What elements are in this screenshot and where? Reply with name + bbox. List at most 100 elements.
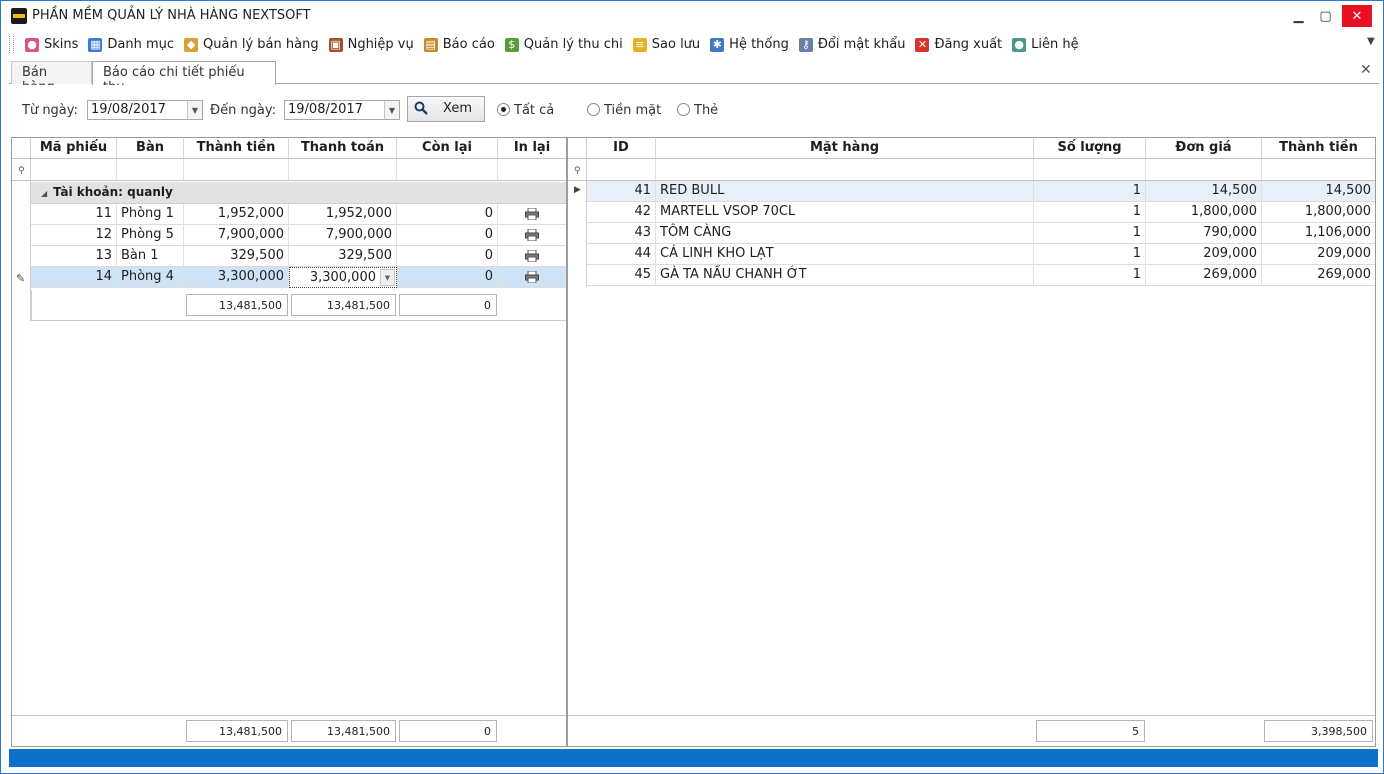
filter-cell-ma-phieu[interactable] — [31, 159, 117, 181]
cell-price[interactable]: 14,500 — [1146, 181, 1262, 202]
cell-paid[interactable]: 1,952,000 — [289, 204, 397, 225]
cell-paid[interactable]: 3,300,000 ▼ — [289, 267, 397, 288]
cell-id[interactable]: 11 — [31, 204, 117, 225]
close-button[interactable]: ✕ — [1342, 5, 1372, 27]
filter-cell-in-lai[interactable] — [498, 159, 566, 181]
chevron-down-icon[interactable]: ▼ — [1367, 36, 1375, 47]
radio-all-label[interactable]: Tất cả — [514, 103, 554, 118]
col-header-con-lai[interactable]: Còn lại — [397, 138, 498, 159]
cell-id[interactable]: 44 — [587, 244, 656, 265]
chevron-down-icon[interactable]: ▼ — [380, 269, 395, 286]
cell-total[interactable]: 3,300,000 — [184, 267, 289, 288]
cell-qty[interactable]: 1 — [1034, 265, 1146, 286]
cell-item[interactable]: MARTELL VSOP 70CL — [656, 202, 1034, 223]
menu-item-5[interactable]: $ Quản lý thu chi — [502, 34, 630, 56]
cell-id[interactable]: 14 — [31, 267, 117, 288]
radio-card[interactable] — [677, 103, 690, 116]
cell-total[interactable]: 1,952,000 — [184, 204, 289, 225]
toolbar-grip[interactable] — [9, 36, 14, 53]
cell-id[interactable]: 43 — [587, 223, 656, 244]
cell-remain[interactable]: 0 — [397, 267, 498, 288]
close-tab-icon[interactable]: ✕ — [1360, 62, 1372, 78]
col-header-ban[interactable]: Bàn — [117, 138, 184, 159]
cell-total[interactable]: 1,800,000 — [1262, 202, 1375, 223]
filter-cell-thanh-tien[interactable] — [184, 159, 289, 181]
cell-id[interactable]: 42 — [587, 202, 656, 223]
cell-price[interactable]: 1,800,000 — [1146, 202, 1262, 223]
cell-total[interactable]: 269,000 — [1262, 265, 1375, 286]
col-header-so-luong[interactable]: Số lượng — [1034, 138, 1146, 159]
tab-ban-hang[interactable]: Bán hàng — [11, 61, 92, 95]
table-row[interactable]: 43 TÔM CÀNG 1 790,000 1,106,000 — [587, 223, 1375, 244]
maximize-button[interactable]: ▢ — [1312, 5, 1339, 27]
cell-id[interactable]: 12 — [31, 225, 117, 246]
cell-remain[interactable]: 0 — [397, 225, 498, 246]
cell-total[interactable]: 329,500 — [184, 246, 289, 267]
cell-id[interactable]: 45 — [587, 265, 656, 286]
cell-paid[interactable]: 329,500 — [289, 246, 397, 267]
cell-table[interactable]: Phòng 1 — [117, 204, 184, 225]
table-row[interactable]: 42 MARTELL VSOP 70CL 1 1,800,000 1,800,000 — [587, 202, 1375, 223]
col-header-thanh-tien[interactable]: Thành tiền — [184, 138, 289, 159]
menu-item-1[interactable]: ▦ Danh mục — [85, 34, 181, 56]
table-row[interactable]: 45 GÀ TA NẤU CHANH ỚT 1 269,000 269,000 — [587, 265, 1375, 286]
cell-item[interactable]: TÔM CÀNG — [656, 223, 1034, 244]
cell-paid[interactable]: 7,900,000 — [289, 225, 397, 246]
cell-item[interactable]: CÁ LINH KHO LẠT — [656, 244, 1034, 265]
printer-icon[interactable] — [525, 229, 539, 241]
menu-item-2[interactable]: ◆ Quản lý bán hàng — [181, 34, 326, 56]
filter-cell-id[interactable] — [587, 159, 656, 181]
filter-cell-don-gia[interactable] — [1146, 159, 1262, 181]
menu-item-7[interactable]: ✱ Hệ thống — [707, 34, 796, 56]
table-row[interactable]: 14 Phòng 4 3,300,000 3,300,000 ▼ 0 — [31, 267, 566, 288]
col-header-thanh-tien[interactable]: Thành tiền — [1262, 138, 1375, 159]
cell-price[interactable]: 209,000 — [1146, 244, 1262, 265]
cell-qty[interactable]: 1 — [1034, 244, 1146, 265]
table-row[interactable]: 13 Bàn 1 329,500 329,500 0 — [31, 246, 566, 267]
filter-cell-so-luong[interactable] — [1034, 159, 1146, 181]
filter-cell-thanh-tien[interactable] — [1262, 159, 1375, 181]
col-header-in-lai[interactable]: In lại — [498, 138, 566, 159]
cell-qty[interactable]: 1 — [1034, 181, 1146, 202]
radio-all[interactable] — [497, 103, 510, 116]
minimize-button[interactable]: ▁ — [1285, 5, 1312, 27]
cell-total[interactable]: 14,500 — [1262, 181, 1375, 202]
radio-cash[interactable] — [587, 103, 600, 116]
cell-item[interactable]: GÀ TA NẤU CHANH ỚT — [656, 265, 1034, 286]
printer-icon[interactable] — [525, 271, 539, 283]
menu-item-0[interactable]: ● Skins — [22, 34, 85, 56]
cell-price[interactable]: 790,000 — [1146, 223, 1262, 244]
col-header-id[interactable]: ID — [587, 138, 656, 159]
group-row-account[interactable]: ◢ Tài khoản: quanly — [31, 182, 566, 204]
radio-card-label[interactable]: Thẻ — [694, 103, 718, 118]
to-date-picker[interactable]: 19/08/2017 ▼ — [284, 100, 400, 120]
radio-cash-label[interactable]: Tiền mặt — [604, 103, 661, 118]
chevron-down-icon[interactable]: ▼ — [187, 101, 202, 119]
col-header-don-gia[interactable]: Đơn giá — [1146, 138, 1262, 159]
cell-table[interactable]: Bàn 1 — [117, 246, 184, 267]
cell-id[interactable]: 41 — [587, 181, 656, 202]
menu-item-8[interactable]: ⚷ Đổi mật khẩu — [796, 34, 913, 56]
cell-table[interactable]: Phòng 4 — [117, 267, 184, 288]
printer-icon[interactable] — [525, 250, 539, 262]
filter-cell-ban[interactable] — [117, 159, 184, 181]
table-row[interactable]: 44 CÁ LINH KHO LẠT 1 209,000 209,000 — [587, 244, 1375, 265]
col-header-mat-hang[interactable]: Mặt hàng — [656, 138, 1034, 159]
cell-qty[interactable]: 1 — [1034, 223, 1146, 244]
tab-bao-cao-chi-tiet-phieu-thu[interactable]: Báo cáo chi tiết phiếu thu — [92, 61, 276, 95]
cell-price[interactable]: 269,000 — [1146, 265, 1262, 286]
cell-total[interactable]: 209,000 — [1262, 244, 1375, 265]
chevron-down-icon[interactable]: ▼ — [384, 101, 399, 119]
cell-remain[interactable]: 0 — [397, 204, 498, 225]
table-row[interactable]: 41 RED BULL 1 14,500 14,500 — [587, 181, 1375, 202]
from-date-picker[interactable]: 19/08/2017 ▼ — [87, 100, 203, 120]
printer-icon[interactable] — [525, 208, 539, 220]
menu-item-4[interactable]: ▤ Báo cáo — [421, 34, 502, 56]
filter-cell-thanh-toan[interactable] — [289, 159, 397, 181]
menu-item-3[interactable]: ▣ Nghiệp vụ — [326, 34, 421, 56]
col-header-ma-phieu[interactable]: Mã phiếu — [31, 138, 117, 159]
collapse-icon[interactable]: ◢ — [41, 189, 47, 198]
menu-item-9[interactable]: ✕ Đăng xuất — [912, 34, 1009, 56]
cell-item[interactable]: RED BULL — [656, 181, 1034, 202]
filter-cell-con-lai[interactable] — [397, 159, 498, 181]
